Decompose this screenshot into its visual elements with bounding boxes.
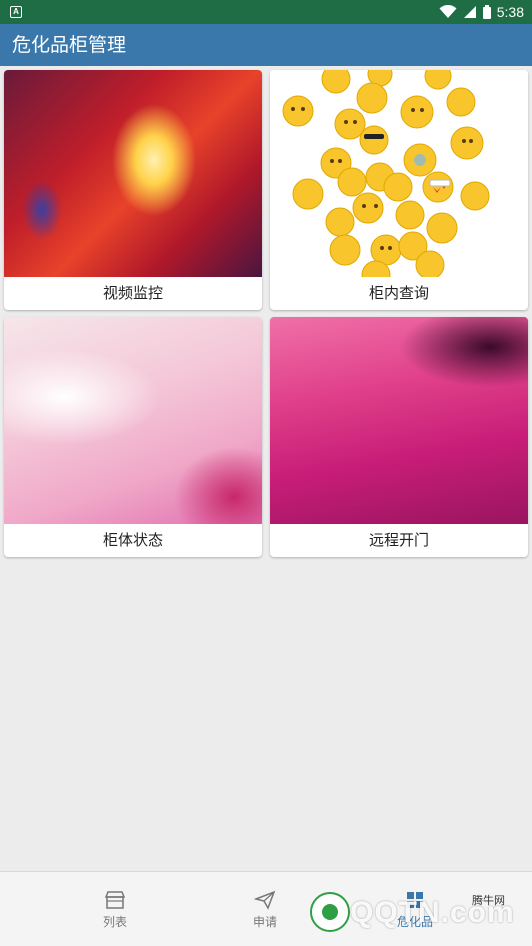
tile-label: 远程开门 [368,531,429,549]
signal-icon [463,6,476,18]
nav-label: 列表 [102,915,127,929]
tile-remote-open[interactable]: 远程开门 [270,317,528,557]
tile-label: 柜内查询 [368,284,429,302]
nav-item-list[interactable]: 列表 [75,890,155,930]
page-title: 危化品柜管理 [12,34,127,56]
battery-icon [482,5,491,19]
paper-plane-icon [254,890,276,910]
watermark-logo-icon [310,892,350,932]
storefront-icon [104,891,126,909]
bottom-nav: 列表 申请 危化品 QQTN.com 腾牛网 [0,871,532,946]
video-monitoring-image [4,70,262,277]
remote-open-image [270,317,528,524]
notification-icon: A [10,6,22,18]
cabinet-status-image [4,317,262,524]
tile-label: 视频监控 [102,284,163,302]
emoji-cluster-icon [282,70,490,290]
app-bar: 危化品柜管理 [0,24,532,66]
cabinet-query-image [270,70,528,290]
tile-cabinet-status[interactable]: 柜体状态 [4,317,262,557]
clock: 5:38 [496,4,524,20]
tile-label: 柜体状态 [102,531,163,549]
wifi-icon [439,5,457,18]
watermark-sub: 腾牛网 [472,894,505,907]
tile-cabinet-query[interactable]: 柜内查询 [270,70,528,310]
nav-item-apply[interactable]: 申请 [225,890,305,930]
nav-label: 申请 [252,915,277,929]
watermark: QQTN.com 腾牛网 [310,880,520,940]
tile-video-monitoring[interactable]: 视频监控 [4,70,262,310]
status-bar: A 5:38 [0,0,532,24]
